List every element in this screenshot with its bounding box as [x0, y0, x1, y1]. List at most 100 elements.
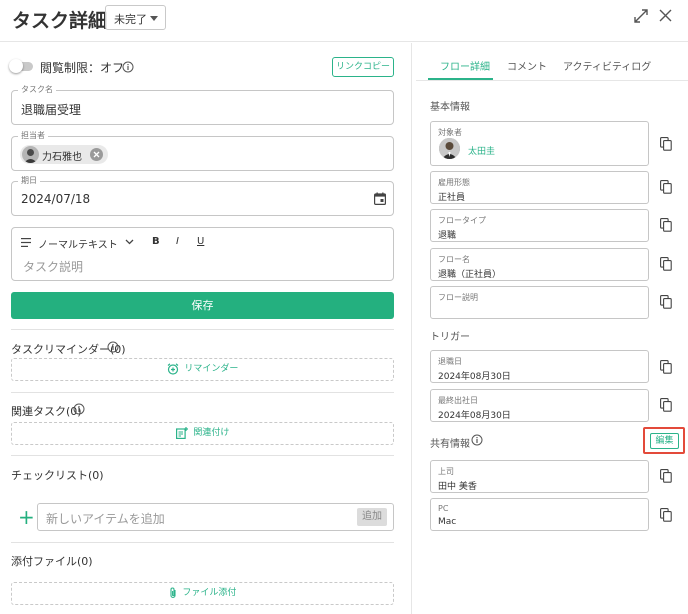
restriction-toggle[interactable] [9, 59, 33, 73]
caret-down-icon [150, 16, 158, 21]
reminder-button-label: リマインダー [184, 364, 239, 374]
add-reminder-button[interactable]: リマインダー [11, 358, 394, 381]
copy-icon[interactable] [660, 398, 672, 412]
assignee-field[interactable]: 担当者 力石雅也 [11, 130, 394, 171]
due-date-label: 期日 [18, 175, 40, 186]
attachments-section-label: 添付ファイル(0) [11, 555, 93, 568]
underline-button[interactable]: U [197, 236, 204, 247]
assignee-chip: 力石雅也 [20, 145, 108, 164]
employment-type-field: 雇用形態 正社員 [430, 171, 649, 204]
due-date-field[interactable]: 期日 2024/07/18 [11, 175, 394, 216]
divider [11, 455, 394, 456]
flow-name-value: 退職（正社員） [438, 270, 502, 280]
paperclip-icon [169, 587, 176, 598]
plus-icon[interactable]: + [18, 507, 35, 527]
save-button[interactable]: 保存 [11, 292, 394, 319]
task-name-field[interactable]: タスク名 退職届受理 [11, 84, 394, 125]
manager-label: 上司 [438, 467, 454, 476]
paragraph-format-icon [21, 238, 31, 247]
retirement-date-field: 退職日 2024年08月30日 [430, 350, 649, 383]
info-icon[interactable] [122, 61, 134, 73]
target-person-field: 対象者 太田圭 [430, 121, 649, 166]
copy-icon[interactable] [660, 360, 672, 374]
restriction-label: 閲覧制限：オフ [40, 61, 125, 75]
target-person-name[interactable]: 太田圭 [468, 144, 495, 157]
related-section-label: 関連タスク(0) [11, 405, 82, 418]
pc-value: Mac [438, 517, 457, 527]
copy-icon[interactable] [660, 469, 672, 483]
description-editor[interactable]: ノーマルテキスト B I U タスク説明 [11, 227, 394, 281]
flow-name-field: フロー名 退職（正社員） [430, 248, 649, 281]
status-dropdown[interactable]: 未完了 [105, 5, 166, 30]
copy-icon[interactable] [660, 180, 672, 194]
tab-activity-log[interactable]: アクティビティログ [563, 58, 651, 73]
link-copy-button[interactable]: リンクコピー [332, 57, 394, 77]
divider [11, 542, 394, 543]
last-workday-value: 2024年08月30日 [438, 411, 511, 421]
task-name-label: タスク名 [18, 84, 56, 95]
new-item-placeholder: 新しいアイテムを追加 [46, 512, 165, 526]
edit-button[interactable]: 編集 [650, 433, 679, 449]
divider [11, 392, 394, 393]
avatar [439, 138, 460, 159]
copy-icon[interactable] [660, 508, 672, 522]
alarm-add-icon [167, 362, 178, 375]
last-workday-field: 最終出社日 2024年08月30日 [430, 389, 649, 422]
format-select[interactable]: ノーマルテキスト [38, 236, 118, 251]
checklist-section-label: チェックリスト(0) [11, 469, 104, 482]
add-link-icon [175, 426, 188, 439]
bold-button[interactable]: B [152, 236, 160, 247]
pc-field: PC Mac [430, 498, 649, 531]
manager-value: 田中 美香 [438, 482, 477, 492]
close-icon[interactable] [659, 9, 672, 22]
info-icon[interactable] [471, 434, 483, 446]
employment-type-label: 雇用形態 [438, 178, 470, 187]
attach-button-label: ファイル添付 [182, 588, 237, 598]
flow-type-label: フロータイプ [438, 216, 486, 225]
due-date-value: 2024/07/18 [21, 192, 91, 206]
copy-icon[interactable] [660, 218, 672, 232]
description-placeholder: タスク説明 [23, 260, 84, 274]
manager-field: 上司 田中 美香 [430, 460, 649, 493]
related-button-label: 関連付け [193, 428, 230, 438]
info-icon[interactable] [107, 341, 119, 353]
basic-info-heading: 基本情報 [430, 102, 470, 113]
add-item-button[interactable]: 追加 [357, 508, 387, 526]
retirement-date-value: 2024年08月30日 [438, 372, 511, 382]
retirement-date-label: 退職日 [438, 357, 462, 366]
flow-description-field: フロー説明 [430, 286, 649, 319]
page-title: タスク詳細 [12, 10, 108, 32]
new-checklist-item-input[interactable]: 新しいアイテムを追加 追加 [37, 503, 394, 531]
toggle-knob [9, 59, 23, 73]
trigger-heading: トリガー [430, 332, 470, 343]
remove-chip-icon[interactable] [90, 148, 103, 161]
employment-type-value: 正社員 [438, 193, 466, 203]
avatar [22, 146, 39, 163]
last-workday-label: 最終出社日 [438, 396, 478, 405]
copy-icon[interactable] [660, 257, 672, 271]
target-person-label: 対象者 [438, 128, 462, 137]
panel-divider [411, 43, 412, 614]
status-value: 未完了 [114, 13, 147, 26]
italic-button[interactable]: I [176, 236, 179, 247]
task-name-value: 退職届受理 [21, 103, 82, 117]
chevron-down-icon [125, 239, 134, 245]
copy-icon[interactable] [660, 295, 672, 309]
divider [11, 329, 394, 330]
assignee-name: 力石雅也 [42, 152, 82, 163]
copy-icon[interactable] [660, 137, 672, 151]
flow-description-label: フロー説明 [438, 293, 478, 302]
flow-type-field: フロータイプ 退職 [430, 209, 649, 242]
calendar-icon[interactable] [374, 192, 386, 205]
tabs-border [416, 80, 688, 81]
tab-comments[interactable]: コメント [507, 58, 547, 73]
attach-file-button[interactable]: ファイル添付 [11, 582, 394, 605]
expand-icon[interactable] [634, 9, 648, 23]
header: タスク詳細 未完了 [0, 0, 688, 42]
flow-name-label: フロー名 [438, 255, 470, 264]
assignee-label: 担当者 [18, 130, 48, 141]
link-task-button[interactable]: 関連付け [11, 422, 394, 445]
tab-flow-detail[interactable]: フロー詳細 [440, 58, 490, 73]
info-icon[interactable] [73, 403, 85, 415]
pc-label: PC [438, 504, 449, 513]
